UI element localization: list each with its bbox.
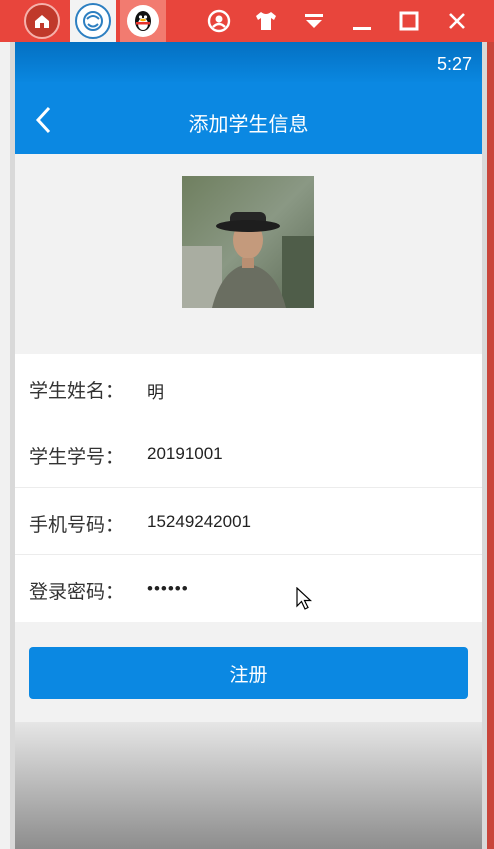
minimize-icon [353,27,371,30]
bottom-shade [15,722,482,849]
window-border [487,42,494,849]
status-bar: 5:27 [15,42,482,82]
page-title: 添加学生信息 [188,112,309,136]
phone-screen: 5:27 添加学生信息 学生姓名： 明 学生学号： 20191001 手机号码：… [15,42,482,849]
maximize-button[interactable] [388,0,430,42]
avatar-section [15,154,482,354]
app-tab-home[interactable] [20,0,64,42]
phone-input[interactable]: 15249242001 [147,512,447,532]
student-id-label: 学生学号： [29,446,125,468]
avatar-photo [182,176,314,308]
home-icon [24,3,60,39]
user-button[interactable] [198,0,240,42]
app-bar: 添加学生信息 [15,82,482,154]
phone-row: 手机号码： 15249242001 [15,488,482,554]
desktop-edge [0,42,10,849]
circle-app-icon [75,3,111,39]
avatar[interactable] [182,176,314,308]
emulator-titlebar [0,0,494,42]
mouse-cursor-icon [296,586,313,615]
user-icon [207,9,231,33]
phone-label: 手机号码： [29,514,125,536]
status-time: 5:27 [436,54,472,74]
register-button[interactable]: 注册 [29,647,468,699]
app-tab-qq[interactable] [120,0,166,42]
password-row: 登录密码： •••••• [15,555,482,621]
close-button[interactable] [436,0,478,42]
shirt-icon [256,12,276,30]
dropdown-icon [305,14,323,28]
name-input[interactable]: 明 [147,378,447,403]
close-icon [449,13,465,29]
maximize-icon [399,11,419,31]
qq-penguin-icon [127,5,159,37]
name-row: 学生姓名： 明 [15,354,482,420]
skin-button[interactable] [245,0,287,42]
password-label: 登录密码： [29,581,125,603]
app-tab-circle[interactable] [70,0,116,42]
student-form: 学生姓名： 明 学生学号： 20191001 手机号码： 15249242001… [15,354,482,622]
minimize-button[interactable] [341,0,383,42]
dropdown-button[interactable] [293,0,335,42]
id-row: 学生学号： 20191001 [15,420,482,486]
name-label: 学生姓名： [29,380,125,402]
student-id-input[interactable]: 20191001 [147,444,447,464]
